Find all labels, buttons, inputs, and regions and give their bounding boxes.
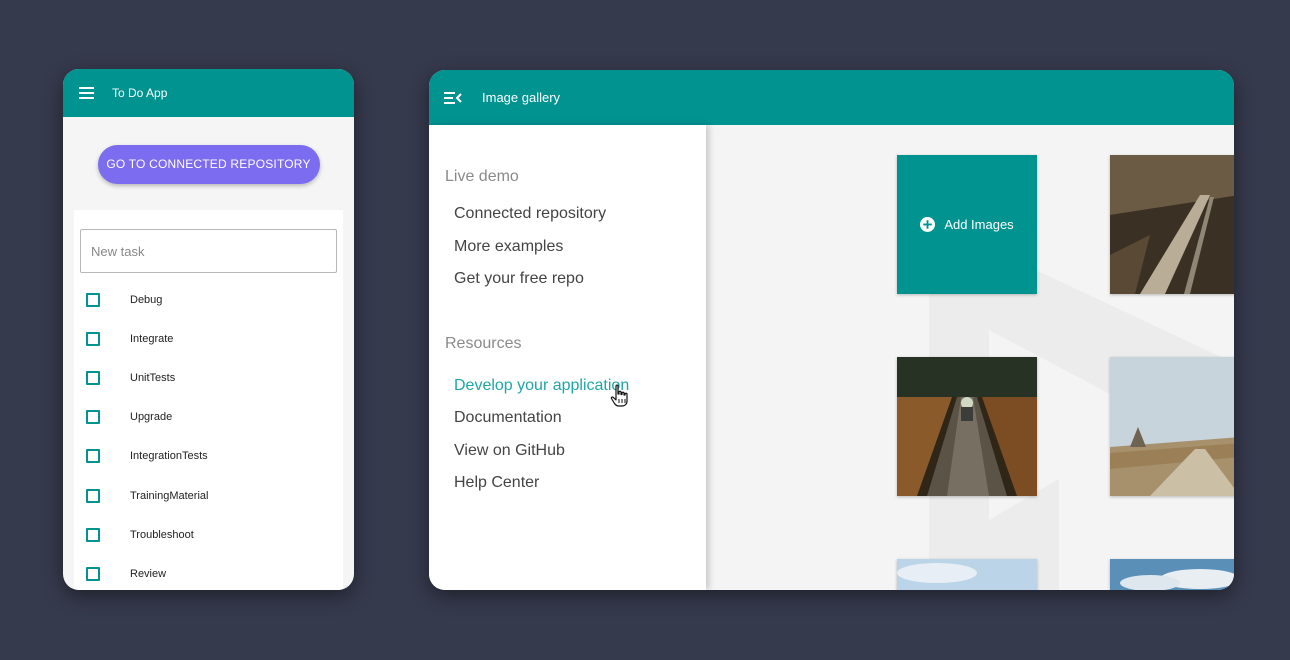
gallery-photo-clouds[interactable]	[1110, 559, 1234, 590]
nav-view-on-github[interactable]: View on GitHub	[454, 442, 565, 460]
hand-pointer-icon	[610, 384, 628, 407]
task-item[interactable]: Debug	[74, 280, 343, 319]
task-label: UnitTests	[130, 371, 176, 384]
plus-circle-icon	[920, 217, 936, 232]
task-item[interactable]: IntegrationTests	[74, 437, 343, 476]
nav-get-free-repo[interactable]: Get your free repo	[454, 270, 584, 288]
task-checkbox[interactable]	[86, 292, 100, 307]
task-label: Troubleshoot	[130, 528, 194, 541]
nav-help-center[interactable]: Help Center	[454, 474, 539, 492]
task-checkbox[interactable]	[86, 449, 100, 464]
task-label: IntegrationTests	[130, 450, 208, 463]
task-label: Integrate	[130, 332, 174, 345]
resources-header: Resources	[445, 335, 522, 352]
nav-develop-your-application[interactable]: Develop your application	[454, 377, 629, 395]
new-task-input[interactable]	[80, 229, 337, 273]
nav-documentation[interactable]: Documentation	[454, 409, 562, 427]
task-label: TrainingMaterial	[130, 489, 209, 502]
task-item[interactable]: UnitTests	[74, 358, 343, 397]
gallery-photo-desert-road[interactable]	[1110, 357, 1234, 496]
gallery-photo-path[interactable]	[1110, 155, 1234, 294]
gallery-app-bar: Image gallery	[429, 70, 1234, 125]
task-checkbox[interactable]	[86, 331, 100, 346]
task-item[interactable]: TrainingMaterial	[74, 476, 343, 515]
nav-connected-repository[interactable]: Connected repository	[454, 205, 606, 223]
todo-app-title: To Do App	[112, 86, 168, 100]
task-item[interactable]: Troubleshoot	[74, 515, 343, 554]
gallery-photo-railway[interactable]	[897, 357, 1037, 496]
task-label: Debug	[130, 293, 163, 306]
hamburger-menu-icon[interactable]	[79, 87, 95, 99]
task-checkbox[interactable]	[86, 410, 100, 425]
go-to-connected-repository-button[interactable]: GO TO CONNECTED REPOSITORY	[97, 144, 320, 184]
task-label: Upgrade	[130, 411, 173, 424]
add-images-label: Add Images	[944, 217, 1014, 232]
live-demo-header: Live demo	[445, 168, 519, 185]
todo-app-bar: To Do App	[63, 69, 354, 117]
cta-wrapper: GO TO CONNECTED REPOSITORY	[63, 117, 354, 209]
task-checkbox[interactable]	[86, 527, 100, 542]
gallery-title: Image gallery	[482, 90, 561, 105]
gallery-photo-sky[interactable]	[897, 559, 1037, 590]
menu-open-icon[interactable]	[444, 91, 462, 105]
navigation-drawer: Live demo Connected repository More exam…	[429, 125, 706, 590]
task-item[interactable]: Review	[74, 554, 343, 590]
task-label: Review	[130, 567, 167, 580]
task-checkbox[interactable]	[86, 370, 100, 385]
add-images-button[interactable]: Add Images	[897, 155, 1037, 294]
todo-app-window: To Do App GO TO CONNECTED REPOSITORY Deb…	[63, 69, 354, 590]
task-list: Debug Integrate UnitTests Upgrade Integr…	[74, 280, 343, 590]
task-checkbox[interactable]	[86, 488, 100, 503]
nav-more-examples[interactable]: More examples	[454, 238, 563, 256]
task-panel: Debug Integrate UnitTests Upgrade Integr…	[74, 210, 343, 590]
task-item[interactable]: Integrate	[74, 319, 343, 358]
image-gallery-window: Image gallery Live demo Connected reposi…	[429, 70, 1234, 590]
task-item[interactable]: Upgrade	[74, 398, 343, 437]
task-checkbox[interactable]	[86, 566, 100, 581]
